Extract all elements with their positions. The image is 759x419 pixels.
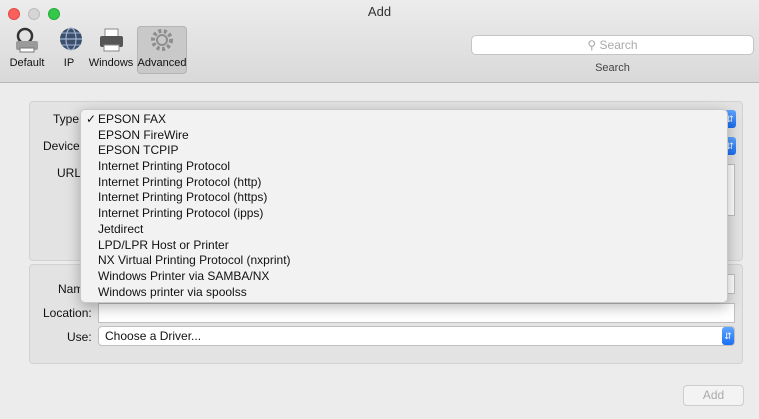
type-menu-item-label: Windows Printer via SAMBA/NX bbox=[98, 268, 270, 283]
toolbar-default-label: Default bbox=[9, 57, 45, 69]
toolbar-ip[interactable]: IP bbox=[56, 26, 82, 74]
search-icon: ⚲ bbox=[587, 38, 600, 52]
use-label: Use: bbox=[67, 330, 92, 344]
type-menu-item[interactable]: Internet Printing Protocol bbox=[81, 159, 727, 175]
driver-select-value: Choose a Driver... bbox=[105, 329, 202, 343]
toolbar-advanced[interactable]: Advanced bbox=[137, 26, 187, 74]
type-label: Type bbox=[53, 112, 80, 126]
globe-icon bbox=[56, 26, 86, 54]
type-menu-item-label: EPSON FAX bbox=[98, 112, 167, 126]
location-label: Location: bbox=[43, 306, 92, 320]
type-menu-item[interactable]: ✓ EPSON FAX bbox=[81, 112, 727, 128]
type-menu-item[interactable]: Windows Printer via SAMBA/NX bbox=[81, 269, 727, 285]
type-menu-item[interactable]: Jetdirect bbox=[81, 222, 727, 238]
toolbar-windows[interactable]: Windows bbox=[88, 26, 134, 74]
type-menu-item-label: NX Virtual Printing Protocol (nxprint) bbox=[98, 253, 291, 268]
type-menu-item[interactable]: Internet Printing Protocol (https) bbox=[81, 190, 727, 206]
search-label: Search bbox=[595, 62, 630, 74]
type-menu-item-label: LPD/LPR Host or Printer bbox=[98, 237, 229, 252]
toolbar-ip-label: IP bbox=[63, 57, 75, 69]
url-label: URL bbox=[57, 166, 82, 180]
type-menu-item[interactable]: Windows printer via spoolss bbox=[81, 285, 727, 301]
type-menu-item[interactable]: LPD/LPR Host or Printer bbox=[81, 238, 727, 254]
driver-popup-arrows-icon[interactable]: ⇵ bbox=[722, 327, 734, 345]
search-placeholder: Search bbox=[599, 38, 638, 52]
type-menu-item-label: Internet Printing Protocol bbox=[98, 159, 231, 174]
type-menu-item-label: EPSON TCPIP bbox=[98, 143, 179, 158]
type-menu-item-label: Internet Printing Protocol (https) bbox=[98, 190, 268, 205]
toolbar-windows-label: Windows bbox=[88, 57, 134, 69]
windows-printer-icon bbox=[96, 26, 126, 54]
toolbar-advanced-label: Advanced bbox=[137, 57, 187, 69]
search-input[interactable]: ⚲ Search bbox=[471, 35, 754, 55]
add-button[interactable]: Add bbox=[683, 385, 744, 406]
titlebar: Add Default IP Windows Advanced ⚲ Search… bbox=[0, 0, 759, 83]
type-menu-item-label: Windows printer via spoolss bbox=[98, 284, 247, 299]
type-menu-item[interactable]: EPSON FireWire bbox=[81, 128, 727, 144]
type-menu-item-label: Internet Printing Protocol (http) bbox=[98, 174, 262, 189]
type-menu-item-label: Jetdirect bbox=[98, 221, 144, 236]
location-field[interactable] bbox=[98, 303, 735, 323]
device-label: Device bbox=[43, 139, 80, 153]
type-menu-item[interactable]: EPSON TCPIP bbox=[81, 143, 727, 159]
driver-select[interactable]: Choose a Driver... bbox=[98, 326, 735, 346]
default-printer-icon bbox=[12, 26, 42, 54]
type-menu-item-label: EPSON FireWire bbox=[98, 127, 189, 142]
type-menu-item[interactable]: Internet Printing Protocol (ipps) bbox=[81, 206, 727, 222]
type-menu-item[interactable]: NX Virtual Printing Protocol (nxprint) bbox=[81, 253, 727, 269]
add-printer-window: Add Default IP Windows Advanced ⚲ Search… bbox=[0, 0, 759, 419]
type-dropdown-menu[interactable]: ✓ EPSON FAX EPSON FireWire EPSON TCPIP Inter… bbox=[80, 109, 728, 303]
toolbar-default[interactable]: Default bbox=[6, 26, 48, 74]
gear-icon bbox=[147, 26, 177, 54]
type-menu-item-label: Internet Printing Protocol (ipps) bbox=[98, 206, 264, 221]
window-title: Add bbox=[367, 4, 392, 19]
checkmark-icon: ✓ bbox=[86, 112, 97, 126]
type-menu-item[interactable]: Internet Printing Protocol (http) bbox=[81, 175, 727, 191]
